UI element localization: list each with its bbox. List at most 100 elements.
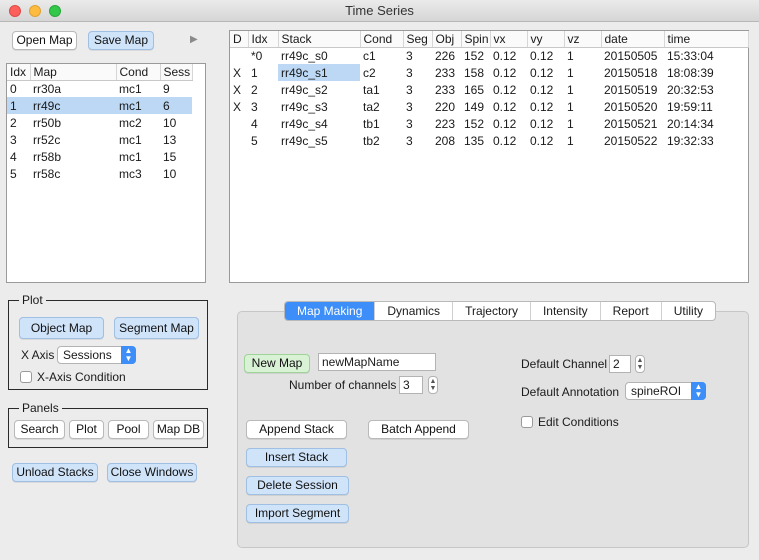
batch-append-button[interactable]: Batch Append <box>368 420 469 439</box>
close-windows-button[interactable]: Close Windows <box>107 463 197 482</box>
table-row[interactable]: X 1 rr49c_s1 c2 3 233 158 0.12 0.12 1 20150518 18:0… <box>230 64 748 81</box>
col-header-vz[interactable]: vz <box>564 31 602 48</box>
cell: 20:32:53 <box>667 82 714 97</box>
tab-utility[interactable]: Utility <box>662 302 715 320</box>
cell: 233 <box>435 65 456 80</box>
delete-session-button[interactable]: Delete Session <box>246 476 349 495</box>
table-row[interactable]: 5 rr49c_s5 tb2 3 208 135 0.12 0.12 1 20150522 19:3… <box>230 132 748 149</box>
cell: rr49c_s1 <box>278 64 360 81</box>
cell: 0 <box>10 81 17 96</box>
stacks-table: D Idx Stack Cond Seg Obj Spin vx vy vz d… <box>230 31 749 149</box>
col-header-cond[interactable]: Cond <box>360 31 404 48</box>
cell: 0.12 <box>530 99 554 114</box>
table-row-selected[interactable]: 1 rr49c mc1 6 <box>7 97 192 114</box>
default-annotation-select[interactable]: spineROI ▲ ▼ <box>625 382 706 400</box>
edit-conditions-checkbox[interactable] <box>521 416 533 428</box>
num-channels-stepper[interactable]: ▲ ▼ <box>428 376 438 394</box>
col-header-time[interactable]: time <box>664 31 749 48</box>
object-map-button[interactable]: Object Map <box>19 317 104 339</box>
cell: 223 <box>435 116 456 131</box>
cell: 1 <box>567 99 574 114</box>
minimize-window-button[interactable] <box>29 5 41 17</box>
col-header-spin[interactable]: Spin <box>461 31 491 48</box>
cell: 0.12 <box>530 48 554 63</box>
default-channel-input[interactable]: 2 <box>609 355 631 373</box>
plot-button[interactable]: Plot <box>69 420 104 439</box>
stacks-table-panel[interactable]: D Idx Stack Cond Seg Obj Spin vx vy vz d… <box>229 30 749 283</box>
search-button[interactable]: Search <box>14 420 65 439</box>
col-header-vy[interactable]: vy <box>527 31 565 48</box>
x-axis-condition-checkbox[interactable] <box>20 371 32 383</box>
unload-stacks-button[interactable]: Unload Stacks <box>12 463 98 482</box>
zoom-window-button[interactable] <box>49 5 61 17</box>
cell: 1 <box>251 65 258 80</box>
close-window-button[interactable] <box>9 5 21 17</box>
table-row[interactable]: 2 rr50b mc2 10 <box>7 114 192 131</box>
cell: 0.12 <box>530 116 554 131</box>
segment-map-button[interactable]: Segment Map <box>114 317 199 339</box>
tab-trajectory[interactable]: Trajectory <box>453 302 531 320</box>
cell: *0 <box>251 48 263 63</box>
col-header-seg[interactable]: Seg <box>403 31 433 48</box>
table-row[interactable]: 4 rr58b mc1 15 <box>7 148 192 165</box>
cell: 152 <box>464 48 485 63</box>
cell: 152 <box>464 116 485 131</box>
col-header-sess[interactable]: Sess <box>160 64 193 81</box>
cell: 0.12 <box>493 133 517 148</box>
title-bar: Time Series <box>0 0 759 22</box>
cell: rr49c_s4 <box>281 116 328 131</box>
table-row[interactable]: X 3 rr49c_s3 ta2 3 220 149 0.12 0.12 1 20150520 19:… <box>230 98 748 115</box>
pool-button[interactable]: Pool <box>108 420 149 439</box>
table-row[interactable]: 5 rr58c mc3 10 <box>7 165 192 182</box>
col-header-vx[interactable]: vx <box>490 31 528 48</box>
maps-table-panel[interactable]: Idx Map Cond Sess 0 rr30a mc1 9 1 rr49c … <box>6 63 206 283</box>
col-header-d[interactable]: D <box>230 31 249 48</box>
num-channels-input[interactable]: 3 <box>399 376 423 394</box>
cell: 1 <box>567 133 574 148</box>
cell: mc1 <box>119 81 142 96</box>
col-header-date[interactable]: date <box>601 31 665 48</box>
cell: 1 <box>567 82 574 97</box>
col-header-idx[interactable]: Idx <box>248 31 279 48</box>
cell <box>230 132 248 149</box>
insert-stack-button[interactable]: Insert Stack <box>246 448 347 467</box>
append-stack-button[interactable]: Append Stack <box>246 420 347 439</box>
table-row[interactable]: X 2 rr49c_s2 ta1 3 233 165 0.12 0.12 1 20150519 20:… <box>230 81 748 98</box>
cell: rr58b <box>33 149 62 164</box>
edit-conditions-label: Edit Conditions <box>538 415 619 429</box>
default-channel-stepper[interactable]: ▲ ▼ <box>635 355 645 373</box>
num-channels-label: Number of channels <box>289 378 397 392</box>
new-map-button[interactable]: New Map <box>244 354 310 373</box>
col-header-stack[interactable]: Stack <box>278 31 361 48</box>
col-header-obj[interactable]: Obj <box>432 31 462 48</box>
window-title: Time Series <box>345 3 414 18</box>
save-map-button[interactable]: Save Map <box>88 31 154 50</box>
col-header-cond[interactable]: Cond <box>116 64 161 81</box>
open-map-button[interactable]: Open Map <box>12 31 77 50</box>
map-db-button[interactable]: Map DB <box>153 420 204 439</box>
col-header-map[interactable]: Map <box>30 64 117 81</box>
tab-report[interactable]: Report <box>601 302 662 320</box>
table-row[interactable]: 0 rr30a mc1 9 <box>7 80 192 97</box>
import-segment-button[interactable]: Import Segment <box>246 504 349 523</box>
table-row[interactable]: 3 rr52c mc1 13 <box>7 131 192 148</box>
cell: c2 <box>363 65 376 80</box>
tab-map-making[interactable]: Map Making <box>285 302 376 320</box>
table-row[interactable]: *0 rr49c_s0 c1 3 226 152 0.12 0.12 1 20150505 15:3… <box>230 47 748 64</box>
cell: mc1 <box>119 149 142 164</box>
new-map-name-input[interactable]: newMapName <box>318 353 436 371</box>
tab-dynamics[interactable]: Dynamics <box>375 302 454 320</box>
col-header-idx[interactable]: Idx <box>7 64 31 81</box>
cell: rr58c <box>33 166 61 181</box>
cell: 10 <box>163 115 177 130</box>
cell: 0.12 <box>530 82 554 97</box>
cell: 135 <box>464 133 485 148</box>
cell: rr52c <box>33 132 61 147</box>
cell: 9 <box>163 81 170 96</box>
cell: 20150520 <box>604 99 658 114</box>
tab-intensity[interactable]: Intensity <box>531 302 601 320</box>
play-icon[interactable]: ▶ <box>190 34 198 45</box>
x-axis-select[interactable]: Sessions ▲ ▼ <box>57 346 136 364</box>
table-row[interactable]: 4 rr49c_s4 tb1 3 223 152 0.12 0.12 1 20150521 20:1… <box>230 115 748 132</box>
cell: 1 <box>567 48 574 63</box>
